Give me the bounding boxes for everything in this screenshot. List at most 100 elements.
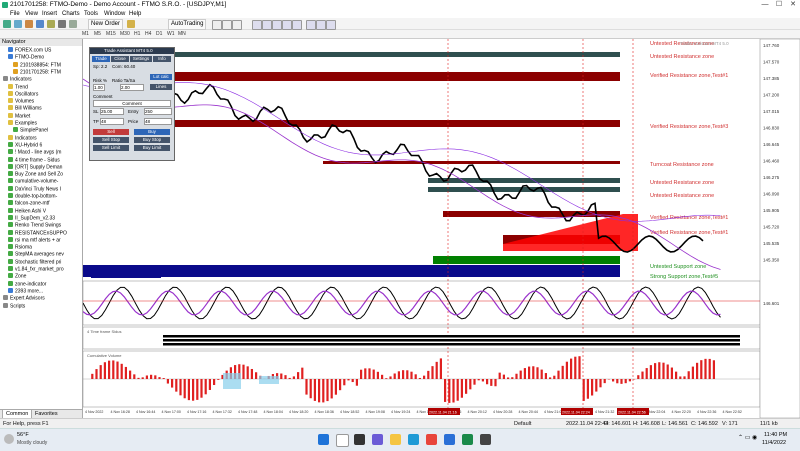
menu-file[interactable]: File <box>10 10 20 18</box>
lines-button[interactable]: Lines <box>150 84 172 90</box>
tab-settings[interactable]: Settings <box>130 56 152 62</box>
timeframe-m30[interactable]: M30 <box>120 30 130 38</box>
menu-insert[interactable]: Insert <box>42 10 57 18</box>
mt4-app-icon[interactable] <box>462 434 473 445</box>
navigator-item[interactable]: zone-indicator <box>0 281 83 288</box>
navigator-item[interactable]: rsi ma mtf alerts + ar <box>0 237 83 244</box>
terminal-icon[interactable] <box>58 20 66 28</box>
timeframe-m15[interactable]: M15 <box>106 30 116 38</box>
tab-common[interactable]: Common <box>2 410 32 418</box>
trade-assistant-panel[interactable]: Trade Assistant MT4 5.0 Trade Close Sett… <box>89 47 175 161</box>
navigator-item[interactable]: XU-Hybrid 6 <box>0 142 83 149</box>
navigator-item[interactable]: falcon-zone-mtf <box>0 200 83 207</box>
tab-close[interactable]: Close <box>111 56 129 62</box>
periods-icon[interactable] <box>316 20 326 30</box>
weather-desc[interactable]: Mostly cloudy <box>17 440 47 446</box>
navigator-item[interactable]: Examples <box>0 120 83 127</box>
autotrading-button[interactable]: AutoTrading <box>168 19 206 30</box>
new-chart-icon[interactable] <box>3 20 11 28</box>
app-icon-2[interactable] <box>480 434 491 445</box>
zoom-out-icon[interactable] <box>262 20 272 30</box>
navigator-item[interactable]: Scripts <box>0 303 83 310</box>
navigator-item[interactable]: SimplePanel <box>0 127 83 134</box>
navigator-item[interactable]: Indicators <box>0 135 83 142</box>
candlestick-icon[interactable] <box>222 20 232 30</box>
navigator-item[interactable]: [ORT] Supply Deman <box>0 164 83 171</box>
clock-time[interactable]: 11:40 PM <box>764 432 787 438</box>
sl-input[interactable]: 25.00 <box>100 108 124 115</box>
timeframe-mn[interactable]: MN <box>178 30 186 38</box>
navigator-item[interactable]: Bill Williams <box>0 105 83 112</box>
navigator-item[interactable]: v1.84_fxr_market_pro <box>0 266 83 273</box>
navigator-item[interactable]: FTMO-Demo <box>0 54 83 61</box>
sell-limit-button[interactable]: Sell Limit <box>93 145 129 151</box>
indicators-list-icon[interactable] <box>306 20 316 30</box>
strategy-tester-icon[interactable] <box>69 20 77 28</box>
menu-help[interactable]: Help <box>129 10 141 18</box>
navigator-item[interactable]: Expert Advisors <box>0 295 83 302</box>
tab-info[interactable]: Info <box>153 56 171 62</box>
navigator-item[interactable]: Trend <box>0 84 83 91</box>
navigator-item[interactable]: Rsioma <box>0 244 83 251</box>
navigator-item[interactable]: Volumes <box>0 98 83 105</box>
weather-temp[interactable]: 56°F <box>17 432 29 438</box>
close-button[interactable]: ✕ <box>786 0 800 10</box>
navigator-item[interactable]: double-top-bottom- <box>0 193 83 200</box>
navigator-item[interactable]: DaVinci Truly News I <box>0 186 83 193</box>
tile-windows-icon[interactable] <box>272 20 282 30</box>
chart-window[interactable]: Untested Resistance zoneUntested Resista… <box>83 39 800 418</box>
navigator-icon[interactable] <box>47 20 55 28</box>
bar-chart-icon[interactable] <box>212 20 222 30</box>
price-input[interactable]: 48 <box>144 118 172 125</box>
navigator-item[interactable]: 2101701258: FTM <box>0 69 83 76</box>
line-chart-icon[interactable] <box>232 20 242 30</box>
navigator-item[interactable]: Stochastic filtered pri <box>0 259 83 266</box>
navigator-item[interactable]: ! Macd - line avgs (m <box>0 149 83 156</box>
file-explorer-icon[interactable] <box>390 434 401 445</box>
autoscroll-icon[interactable] <box>292 20 302 30</box>
ratio-input[interactable]: 2.00 <box>120 84 144 91</box>
data-window-icon[interactable] <box>36 20 44 28</box>
tp-input[interactable]: 48 <box>100 118 124 125</box>
timeframe-h1[interactable]: H1 <box>134 30 140 38</box>
navigator-item[interactable]: 4 time frame - Sidus <box>0 157 83 164</box>
timeframe-h4[interactable]: H4 <box>145 30 151 38</box>
menu-tools[interactable]: Tools <box>84 10 98 18</box>
sell-button[interactable]: Sell <box>93 129 129 135</box>
menu-window[interactable]: Window <box>104 10 125 18</box>
chart-shift-icon[interactable] <box>282 20 292 30</box>
buy-stop-button[interactable]: Buy Stop <box>134 137 170 143</box>
sell-stop-button[interactable]: Sell Stop <box>93 137 129 143</box>
timeframe-d1[interactable]: D1 <box>156 30 162 38</box>
clock-date[interactable]: 11/4/2022 <box>762 440 786 446</box>
maximize-button[interactable]: ☐ <box>772 0 786 10</box>
tray-icons[interactable]: ⌃ ▭ ◉ <box>738 434 757 441</box>
chrome-icon[interactable] <box>426 434 437 445</box>
navigator-item[interactable]: Indicators <box>0 76 83 83</box>
navigator-item[interactable]: Buy Zone and Sell Zo <box>0 171 83 178</box>
navigator-item[interactable]: FOREX.com US <box>0 47 83 54</box>
templates-icon[interactable] <box>326 20 336 30</box>
buy-limit-button[interactable]: Buy Limit <box>134 145 170 151</box>
task-view-icon[interactable] <box>354 434 365 445</box>
metaeditor-icon[interactable] <box>127 20 135 28</box>
profiles-icon[interactable] <box>14 20 22 28</box>
market-watch-icon[interactable] <box>25 20 33 28</box>
lot-calc-button[interactable]: Lot calc <box>150 74 172 80</box>
store-icon[interactable] <box>444 434 455 445</box>
weather-icon[interactable] <box>4 434 14 444</box>
zoom-in-icon[interactable] <box>252 20 262 30</box>
comment-input[interactable]: Comment <box>93 100 171 107</box>
tab-trade[interactable]: Trade <box>92 56 110 62</box>
search-icon[interactable] <box>336 434 349 447</box>
navigator-item[interactable]: StepMA averages nev <box>0 251 83 258</box>
entry-input[interactable]: 250 <box>144 108 172 115</box>
teams-icon[interactable] <box>372 434 383 445</box>
timeframe-m1[interactable]: M1 <box>82 30 89 38</box>
navigator-item[interactable]: cumulative-volume- <box>0 178 83 185</box>
navigator-item[interactable]: 2393 more... <box>0 288 83 295</box>
timeframe-w1[interactable]: W1 <box>167 30 175 38</box>
tab-favorites[interactable]: Favorites <box>32 410 61 418</box>
buy-button[interactable]: Buy <box>134 129 170 135</box>
new-order-button[interactable]: New Order <box>88 19 123 30</box>
